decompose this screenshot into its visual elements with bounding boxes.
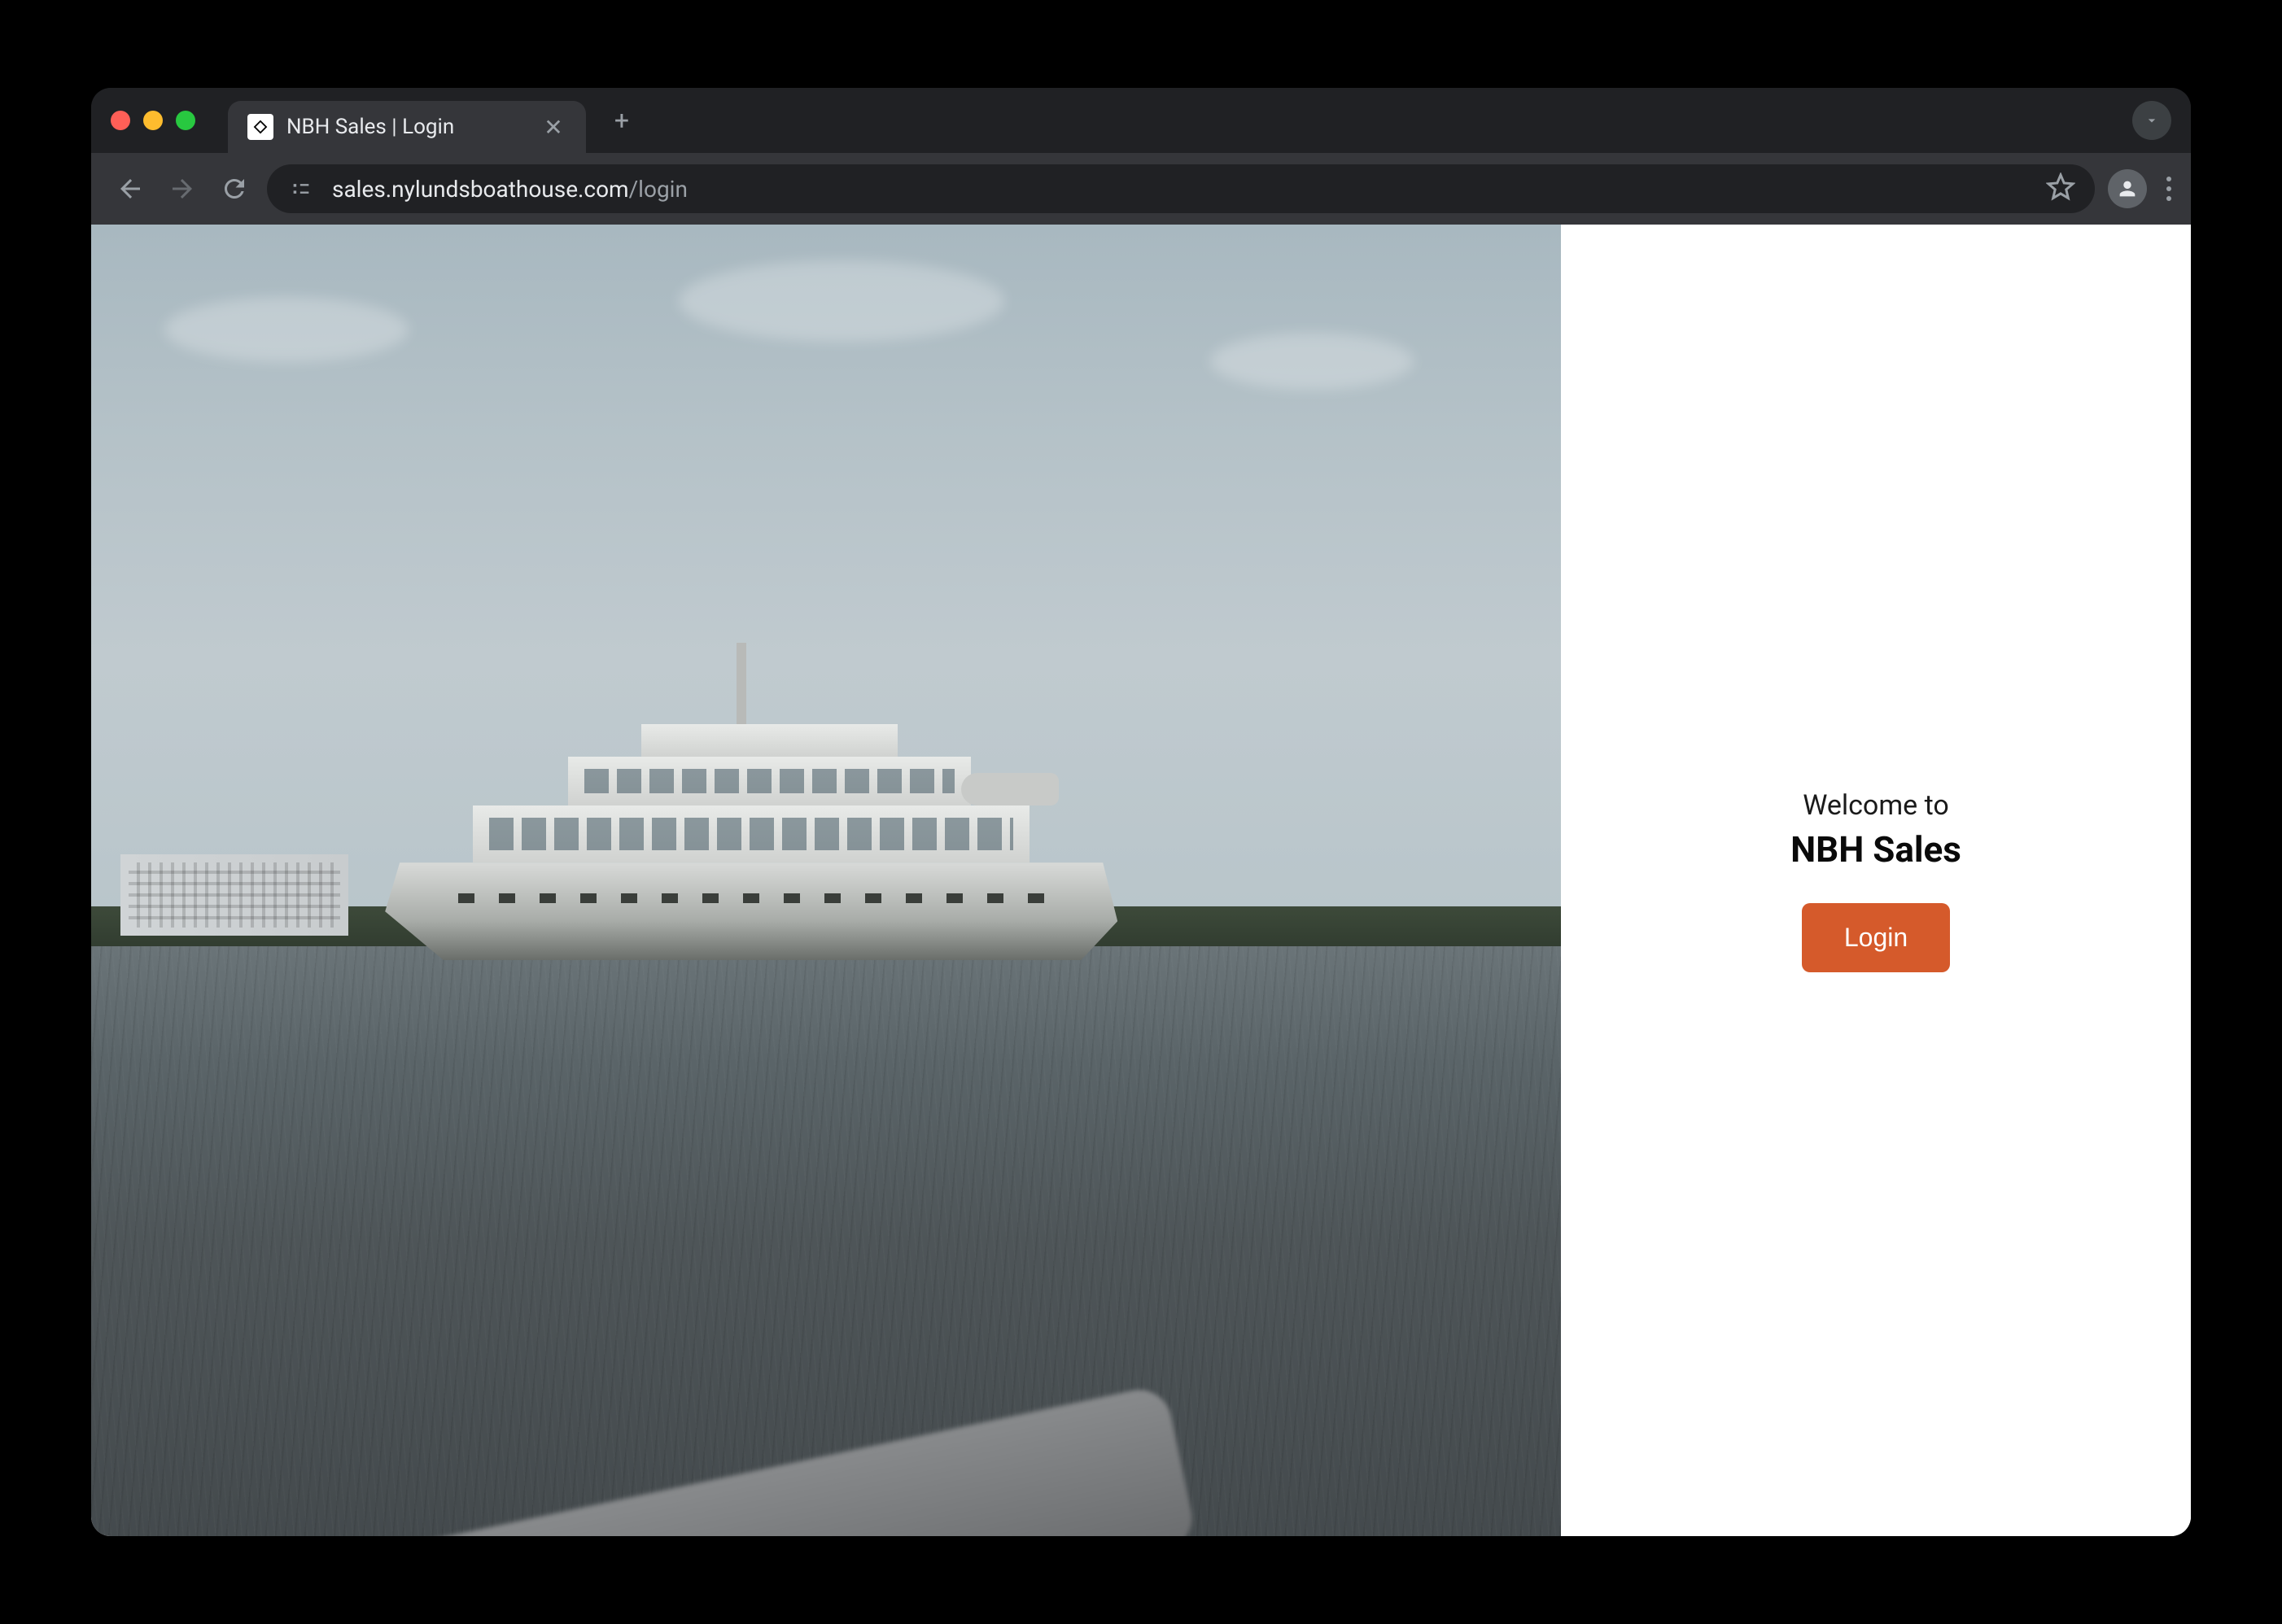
- tab-favicon-icon: [247, 114, 273, 140]
- reload-button[interactable]: [215, 169, 254, 208]
- window-minimize-button[interactable]: [143, 111, 163, 130]
- browser-tab[interactable]: NBH Sales | Login ✕: [228, 101, 586, 153]
- welcome-text: Welcome to: [1803, 789, 1949, 822]
- window-maximize-button[interactable]: [176, 111, 195, 130]
- browser-window: NBH Sales | Login ✕ + sales.nylundsboath…: [91, 88, 2191, 1536]
- new-tab-button[interactable]: +: [605, 104, 638, 137]
- page-content: Welcome to NBH Sales Login: [91, 225, 2191, 1536]
- login-panel: Welcome to NBH Sales Login: [1561, 225, 2191, 1536]
- hero-image: [91, 225, 1561, 1536]
- site-settings-icon[interactable]: [286, 174, 316, 203]
- tab-title: NBH Sales | Login: [286, 115, 527, 139]
- address-bar[interactable]: sales.nylundsboathouse.com/login: [267, 164, 2095, 213]
- browser-menu-button[interactable]: [2166, 177, 2171, 201]
- window-close-button[interactable]: [111, 111, 130, 130]
- window-controls: [111, 111, 195, 130]
- back-button[interactable]: [111, 169, 150, 208]
- url-text: sales.nylundsboathouse.com/login: [332, 176, 2030, 203]
- bookmark-star-icon[interactable]: [2046, 172, 2075, 205]
- browser-toolbar: sales.nylundsboathouse.com/login: [91, 153, 2191, 225]
- brand-name: NBH Sales: [1790, 828, 1961, 871]
- url-path: /login: [629, 176, 688, 203]
- login-button[interactable]: Login: [1802, 903, 1950, 972]
- forward-button[interactable]: [163, 169, 202, 208]
- url-domain: sales.nylundsboathouse.com: [332, 176, 629, 203]
- tab-close-icon[interactable]: ✕: [540, 114, 566, 140]
- browser-tab-bar: NBH Sales | Login ✕ +: [91, 88, 2191, 153]
- profile-button[interactable]: [2108, 169, 2147, 208]
- tabs-dropdown-button[interactable]: [2132, 101, 2171, 140]
